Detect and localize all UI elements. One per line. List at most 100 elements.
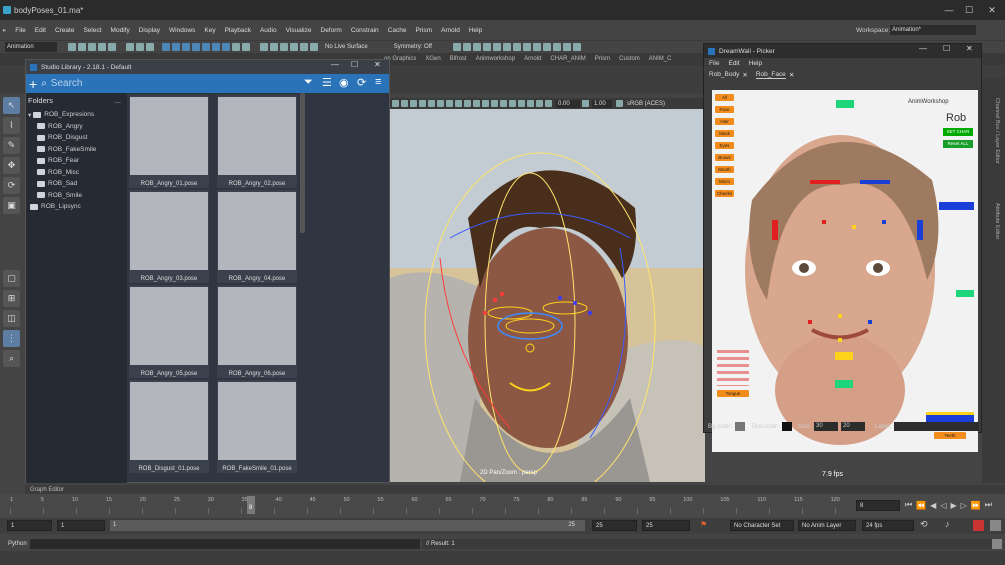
step-forward-icon[interactable]: ▷ [961,501,967,510]
brow-control-left[interactable] [860,180,890,184]
shelf-tab-prism[interactable]: Prism [595,56,610,62]
teeth-button[interactable]: Teeth [934,432,966,439]
side-control[interactable] [956,290,974,297]
pose-thumbnail[interactable]: ROB_Angry_03.pose [129,190,209,283]
ear-control-right[interactable] [772,220,778,240]
shelf-tab-arnold[interactable]: Arnold [524,56,541,62]
select-object-icon[interactable] [136,43,144,51]
fps-select[interactable]: 24 fps [862,520,914,531]
xray-view-icon[interactable] [536,100,543,107]
shelf-tab-anim-c[interactable]: ANIM_C [649,56,672,62]
menu-windows[interactable]: Windows [169,27,195,34]
pose-thumbnail[interactable]: ROB_Angry_04.pose [217,190,297,283]
chin-control[interactable] [835,380,853,388]
studio-minimize-button[interactable]: — [331,60,339,69]
shelf-tab-char-anim[interactable]: CHAR_ANIM [550,56,585,62]
pose-thumbnail[interactable]: ROB_Angry_05.pose [129,285,209,378]
mouth-corner-control[interactable] [808,320,812,324]
anim-layer-select[interactable]: No Anim Layer [798,520,856,531]
studio-close-button[interactable]: ✕ [374,60,381,69]
picker-maximize-button[interactable]: ☐ [943,44,950,53]
command-input[interactable] [30,539,420,549]
speaker-icon[interactable]: ♪ [945,519,950,529]
record-icon[interactable] [973,520,984,531]
auto-key-icon[interactable]: ⚑ [700,520,707,529]
camera-attr-icon[interactable] [392,100,399,107]
colorspace-label[interactable]: sRGB (ACES) [627,101,665,107]
jaw-control[interactable] [835,352,853,360]
tab-rob-body[interactable]: Rob_Body [709,71,739,78]
time-slider[interactable]: 8 15101520253035404550556065707580859095… [0,494,1005,518]
shelf-tab-animworkshop[interactable]: Animworkshop [476,56,515,62]
magnet-icon[interactable] [242,43,250,51]
single-view-icon[interactable]: ▢ [3,270,20,287]
select-component-icon[interactable] [146,43,154,51]
snap-curve-icon[interactable] [172,43,180,51]
attribute-editor-tab[interactable]: Attribute Editor [994,203,1000,239]
reset-all-button[interactable]: Reset ALL [943,140,973,148]
picker-btn-cheeks[interactable]: Cheeks [715,190,734,197]
graph-editor-label[interactable]: Graph Editor [25,485,1005,494]
menu-select[interactable]: Select [83,27,101,34]
eye-aim-control[interactable] [939,202,974,210]
picker-btn-all[interactable]: All [715,94,734,101]
anti-alias-icon[interactable] [512,43,521,51]
picker-btn-eyes[interactable]: Eyes [715,142,734,149]
view-shadows-icon[interactable] [500,100,507,107]
move-tool-icon[interactable]: ✥ [3,157,20,174]
live-surface-label[interactable]: No Live Surface [325,44,368,50]
new-item-icon[interactable]: + [29,76,37,92]
isolate-view-icon[interactable] [527,100,534,107]
relations-icon[interactable] [300,43,308,51]
gamma-field[interactable]: 1.00 [592,99,612,108]
maximize-button[interactable]: ☐ [957,0,981,20]
playback-end-field[interactable]: 25 [592,520,637,531]
bg-color-swatch[interactable] [735,422,746,431]
select-hierarchy-icon[interactable] [126,43,134,51]
shelf-tab-bifrost[interactable]: Bifrost [450,56,467,62]
folder-item[interactable]: ROB_FakeSmile [26,144,127,156]
set-char-button[interactable]: SET CHAR [943,128,973,136]
four-view-icon[interactable]: ⊞ [3,290,20,307]
size-width-field[interactable]: 30 [814,422,839,431]
refresh-icon[interactable]: ⟳ [357,76,366,89]
scale-tool-icon[interactable]: ▣ [3,197,20,214]
picker-btn-mouth[interactable]: Mouth [715,166,734,173]
view-eye-icon[interactable]: ◉ [339,76,349,89]
go-to-end-icon[interactable]: ⏭ [985,500,992,510]
snap-grid-icon[interactable] [162,43,170,51]
menu-audio[interactable]: Audio [260,27,277,34]
save-scene-icon[interactable] [88,43,96,51]
shading-icon[interactable] [462,43,471,51]
go-to-start-icon[interactable]: ⏮ [905,500,912,510]
menu-playback[interactable]: Playback [225,27,251,34]
script-editor-icon[interactable] [992,539,1002,549]
eye-control[interactable] [882,220,886,224]
folder-lipsync[interactable]: ROB_Lipsync [26,201,127,213]
folder-item[interactable]: ROB_Sad [26,178,127,190]
textured-icon[interactable] [482,100,489,107]
tab-rob-face[interactable]: Rob_Face [755,71,786,79]
label-field[interactable] [894,422,980,431]
color-management-icon[interactable] [616,100,623,107]
paint-select-icon[interactable]: ✎ [3,137,20,154]
magnifier-icon[interactable]: ⌕ [3,350,20,367]
menu-cache[interactable]: Cache [388,27,407,34]
film-gate-icon[interactable] [428,100,435,107]
picker-menu-help[interactable]: Help [749,60,762,67]
default-material-icon[interactable] [464,100,471,107]
snap-live-icon[interactable] [212,43,220,51]
menu-deform[interactable]: Deform [321,27,342,34]
menu-file[interactable]: File [15,27,25,34]
ipr-icon[interactable] [552,43,561,51]
menu-help[interactable]: Help [469,27,482,34]
step-back-icon[interactable]: ◀ [930,501,936,510]
start-time-field[interactable]: 1 [7,520,52,531]
snap-view-icon[interactable] [222,43,230,51]
pose-grid-scrollbar[interactable] [300,93,305,233]
current-frame-field[interactable]: 8 [856,500,900,511]
picker-btn-hair[interactable]: Hair [715,118,734,125]
menu-constrain[interactable]: Constrain [351,27,379,34]
settings-sliders-icon[interactable]: ☰ [322,76,332,89]
ambient-occlusion-icon[interactable] [502,43,511,51]
